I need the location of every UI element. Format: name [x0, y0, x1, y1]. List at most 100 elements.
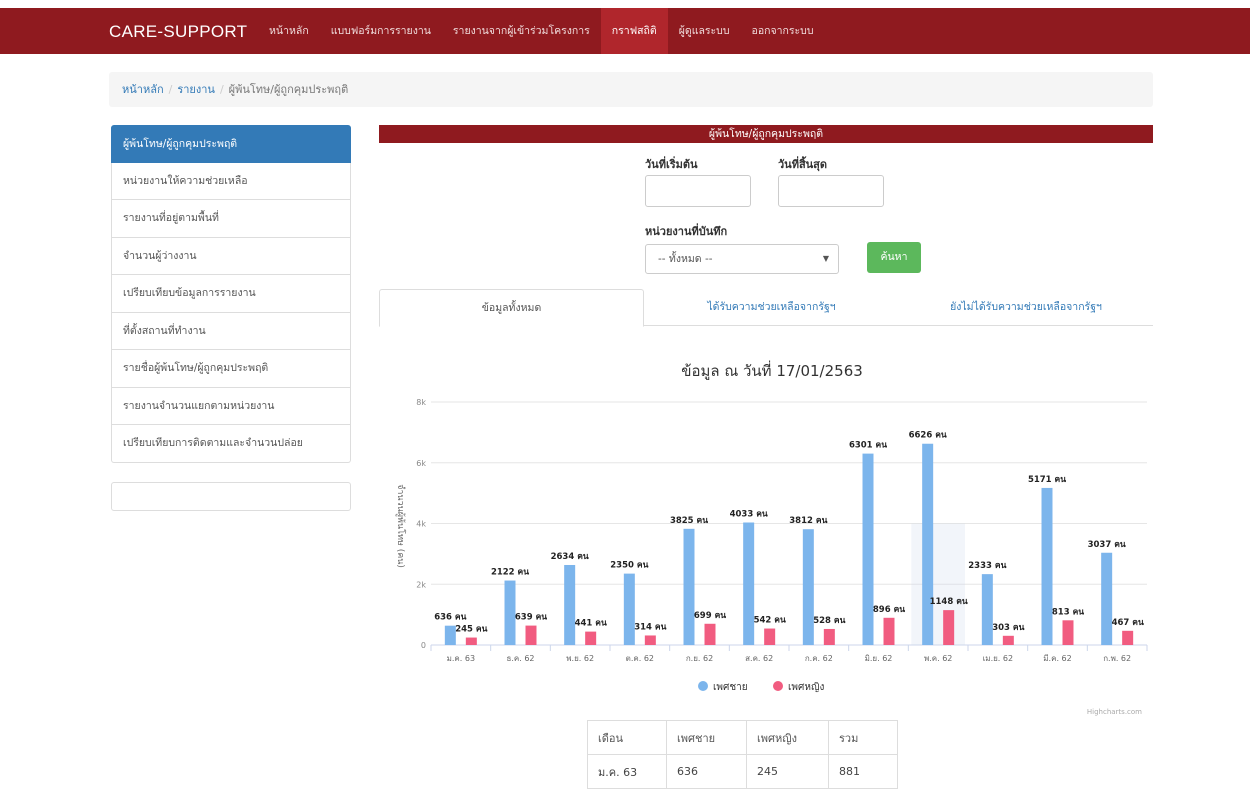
start-date-label: วันที่เริ่มต้น: [645, 158, 698, 171]
breadcrumb: หน้าหลัก / รายงาน / ผู้พ้นโทษ/ผู้ถูกคุมประพฤ…: [109, 72, 1153, 107]
x-tick-label: ก.ย. 62: [686, 654, 713, 663]
data-label-male: 2333 คน: [968, 561, 1006, 571]
data-label-male: 5171 คน: [1028, 475, 1066, 485]
data-label-female: 813 คน: [1052, 607, 1084, 617]
nav-item-admin[interactable]: ผู้ดูแลระบบ: [668, 8, 741, 54]
data-tabs: ข้อมูลทั้งหมด ได้รับความช่วยเหลือจากรัฐฯ…: [379, 289, 1153, 327]
bar-female: [883, 617, 895, 645]
bar-male: [564, 564, 576, 645]
x-tick-label: ส.ค. 62: [745, 654, 773, 663]
top-navbar: CARE-SUPPORT หน้าหลัก แบบฟอร์มการรายงาน …: [0, 8, 1250, 54]
data-label-male: 2122 คน: [491, 568, 529, 578]
sidebar-item-parolees[interactable]: ผู้พ้นโทษ/ผู้ถูกคุมประพฤติ: [111, 125, 351, 163]
bar-chart: ข้อมูล ณ วันที่ 17/01/2563 จำนวนผู้พ้นโท…: [395, 360, 1148, 716]
table-header-row: เดือน เพศชาย เพศหญิง รวม: [587, 720, 898, 755]
bar-female: [465, 637, 477, 645]
data-label-female: 639 คน: [515, 613, 547, 623]
y-tick-label: 4k: [416, 520, 426, 529]
start-date-input[interactable]: [645, 175, 751, 207]
breadcrumb-report[interactable]: รายงาน: [177, 83, 215, 96]
sidebar-item-area-report[interactable]: รายงานที่อยู่ตามพื้นที่: [111, 200, 351, 238]
bar-female: [1002, 635, 1014, 645]
x-tick-label: ก.ค. 62: [805, 654, 833, 663]
x-tick-label: มี.ค. 62: [1043, 654, 1071, 663]
data-label-female: 528 คน: [813, 616, 845, 626]
y-tick-label: 6k: [416, 459, 426, 468]
sidebar-item-compare-tracking[interactable]: เปรียบเทียบการติดตามและจำนวนปล่อย: [111, 425, 351, 463]
y-tick-label: 2k: [416, 580, 426, 589]
sidebar-item-compare-reports[interactable]: เปรียบเทียบข้อมูลการรายงาน: [111, 275, 351, 313]
bar-series: [444, 443, 1134, 645]
bar-male: [862, 453, 874, 645]
sidebar-item-support-agencies[interactable]: หน่วยงานให้ความช่วยเหลือ: [111, 162, 351, 200]
sidebar-empty-panel: [111, 482, 351, 511]
breadcrumb-current: ผู้พ้นโทษ/ผู้ถูกคุมประพฤติ: [228, 83, 349, 96]
breadcrumb-home[interactable]: หน้าหลัก: [122, 83, 164, 96]
tab-all-data[interactable]: ข้อมูลทั้งหมด: [379, 289, 644, 327]
x-axis-ticks: ม.ค. 63 ธ.ค. 62 พ.ย. 62 ต.ค. 62 ก.ย. 62 ส.ค. …: [430, 645, 1148, 663]
bar-male: [743, 522, 755, 645]
data-label-female: 896 คน: [873, 605, 905, 615]
data-label-female: 699 คน: [694, 611, 726, 621]
data-label-female: 245 คน: [455, 625, 487, 635]
x-tick-label: มิ.ย. 62: [865, 654, 893, 663]
nav-item-participant-reports[interactable]: รายงานจากผู้เข้าร่วมโครงการ: [442, 8, 601, 54]
data-label-male: 3812 คน: [789, 516, 827, 526]
highcharts-credit[interactable]: Highcharts.com: [1087, 708, 1142, 716]
bar-male: [981, 574, 993, 645]
x-tick-label: ม.ค. 63: [447, 654, 475, 663]
brand-logo[interactable]: CARE-SUPPORT: [109, 22, 247, 42]
cell-total: 881: [828, 754, 898, 789]
col-female: เพศหญิง: [746, 720, 829, 755]
end-date-input[interactable]: [778, 175, 884, 207]
tab-not-state-assisted[interactable]: ยังไม่ได้รับความช่วยเหลือจากรัฐฯ: [899, 289, 1153, 326]
y-axis-label: จำนวนผู้พ้นโทษ (คน): [395, 484, 406, 568]
bar-female: [525, 625, 537, 645]
data-label-female: 314 คน: [634, 622, 666, 632]
sidebar-item-unemployed[interactable]: จำนวนผู้ว่างงาน: [111, 237, 351, 275]
tab-state-assisted[interactable]: ได้รับความช่วยเหลือจากรัฐฯ: [644, 289, 899, 326]
sidebar-item-parolee-list[interactable]: รายชื่อผู้พ้นโทษ/ผู้ถูกคุมประพฤติ: [111, 350, 351, 388]
caret-down-icon: ▼: [822, 254, 829, 263]
chart-legend: เพศชาย เพศหญิง: [698, 681, 824, 693]
nav-item-statistics[interactable]: กราฟสถิติ: [600, 8, 668, 54]
breadcrumb-separator: /: [219, 83, 224, 96]
bar-female: [764, 628, 776, 645]
legend-marker: [698, 681, 708, 691]
search-button[interactable]: ค้นหา: [867, 242, 921, 273]
col-total: รวม: [828, 720, 898, 755]
nav-item-logout[interactable]: ออกจากระบบ: [741, 8, 825, 54]
bar-female: [644, 635, 656, 645]
unit-label: หน่วยงานที่บันทึก: [645, 225, 728, 238]
end-date-label: วันที่สิ้นสุด: [778, 158, 828, 171]
bar-male: [683, 528, 695, 645]
bar-male: [1101, 552, 1113, 645]
data-labels: 636 คน 245 คน 2122 คน 639 คน 2634 คน 441 คน 23…: [434, 431, 1144, 635]
data-label-male: 2634 คน: [551, 552, 589, 562]
x-tick-label: ต.ค. 62: [626, 654, 654, 663]
data-label-male: 4033 คน: [730, 509, 768, 519]
nav-item-home[interactable]: หน้าหลัก: [258, 8, 320, 54]
bar-male: [922, 443, 934, 645]
col-month: เดือน: [587, 720, 667, 755]
data-label-female: 467 คน: [1112, 618, 1144, 628]
y-tick-label: 8k: [416, 398, 426, 407]
nav-item-report-forms[interactable]: แบบฟอร์มการรายงาน: [320, 8, 442, 54]
legend-marker: [773, 681, 783, 691]
y-tick-label: 0: [421, 641, 426, 650]
sidebar-item-workplace-location[interactable]: ที่ตั้งสถานที่ทำงาน: [111, 312, 351, 350]
bar-male: [1041, 487, 1053, 645]
bar-female: [1122, 630, 1134, 645]
legend-label: เพศหญิง: [788, 682, 824, 693]
data-label-female: 1148 คน: [930, 597, 968, 607]
bar-female: [1062, 620, 1074, 645]
data-label-female: 441 คน: [575, 619, 607, 629]
data-label-male: 6301 คน: [849, 441, 887, 451]
sidebar-item-agency-counts[interactable]: รายงานจำนวนแยกตามหน่วยงาน: [111, 387, 351, 425]
unit-select-value: -- ทั้งหมด --: [658, 253, 713, 265]
unit-select[interactable]: -- ทั้งหมด -- ▼: [645, 244, 839, 274]
chart-title: ข้อมูล ณ วันที่ 17/01/2563: [681, 360, 863, 380]
main-nav: หน้าหลัก แบบฟอร์มการรายงาน รายงานจากผู้เ…: [258, 8, 825, 54]
bar-male: [444, 625, 456, 645]
legend-label: เพศชาย: [713, 682, 748, 693]
